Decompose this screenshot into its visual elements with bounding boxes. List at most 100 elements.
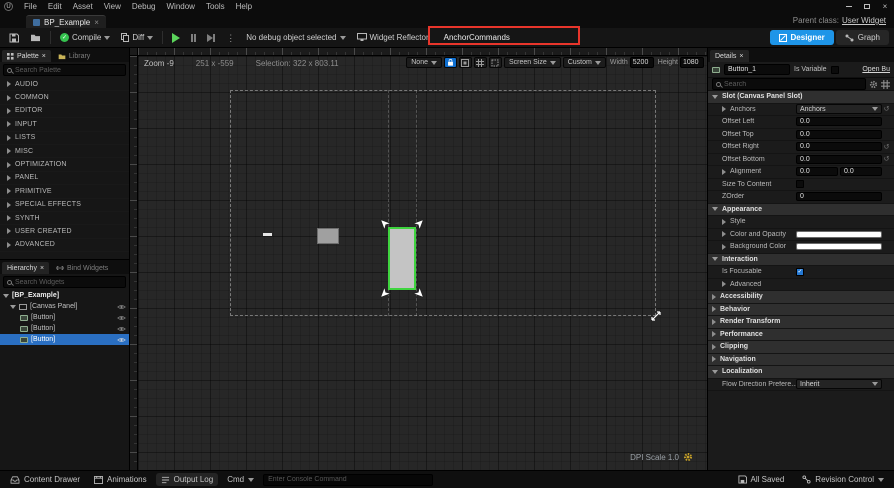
widget-button-medium[interactable]	[317, 228, 339, 244]
section-appearance[interactable]: Appearance	[708, 203, 894, 216]
expand-icon[interactable]	[7, 215, 11, 222]
palette-category-primitive[interactable]: PRIMITIVE	[0, 185, 129, 198]
background-color-swatch[interactable]	[796, 243, 882, 251]
tab-hierarchy[interactable]: Hierarchy ×	[2, 262, 50, 274]
browse-content-button[interactable]	[26, 31, 45, 44]
console-command-input[interactable]	[263, 473, 434, 486]
palette-tab-close-icon[interactable]: ×	[42, 53, 46, 60]
hierarchy-search-input[interactable]	[15, 278, 122, 286]
palette-search[interactable]	[3, 64, 126, 76]
row-advanced[interactable]: Advanced	[708, 279, 894, 291]
pause-button[interactable]	[187, 32, 200, 44]
palette-category-special-effects[interactable]: SPECIAL EFFECTS	[0, 199, 129, 212]
tree-item-button-2-selected[interactable]: [Button]	[0, 334, 129, 345]
menu-help[interactable]: Help	[231, 1, 257, 12]
palette-search-input[interactable]	[15, 66, 122, 74]
graph-mode-button[interactable]: Graph	[835, 30, 889, 45]
expand-icon[interactable]	[7, 134, 11, 141]
expand-icon[interactable]	[722, 281, 726, 288]
diff-dropdown-icon[interactable]	[147, 35, 154, 40]
expand-icon[interactable]	[7, 241, 11, 248]
reset-property-icon[interactable]: ↺	[882, 105, 891, 113]
height-field[interactable]	[680, 57, 704, 68]
color-opacity-swatch[interactable]	[796, 230, 882, 238]
palette-category-misc[interactable]: MISC	[0, 145, 129, 158]
restore-button[interactable]	[858, 0, 876, 13]
all-saved-button[interactable]: All Saved	[733, 473, 790, 486]
tree-item-button-1[interactable]: [Button]	[0, 323, 129, 334]
width-field[interactable]	[629, 57, 654, 68]
save-button[interactable]	[5, 31, 23, 45]
section-clipping[interactable]: Clipping	[708, 341, 894, 354]
expand-icon[interactable]	[722, 168, 726, 175]
visibility-eye-icon[interactable]	[117, 326, 126, 332]
menu-file[interactable]: File	[19, 1, 42, 12]
outline-toggle-button[interactable]	[488, 57, 502, 68]
tab-bp-example[interactable]: BP_Example ×	[26, 15, 106, 28]
expand-icon[interactable]	[7, 201, 11, 208]
play-options-button[interactable]: ⋮	[222, 32, 239, 44]
expand-icon[interactable]	[722, 243, 726, 250]
offset-right-field[interactable]	[796, 142, 882, 152]
palette-category-panel[interactable]: PANEL	[0, 172, 129, 185]
expand-icon[interactable]	[7, 107, 11, 114]
section-interaction[interactable]: Interaction	[708, 253, 894, 266]
expand-icon[interactable]	[7, 94, 11, 101]
hierarchy-tab-close-icon[interactable]: ×	[40, 265, 44, 272]
settings-gear-icon[interactable]	[869, 80, 878, 89]
palette-category-optimization[interactable]: OPTIMIZATION	[0, 158, 129, 171]
expand-icon[interactable]	[7, 81, 11, 88]
compile-button[interactable]: ✓ Compile	[56, 31, 114, 44]
resize-cursor-icon[interactable]	[650, 310, 662, 322]
tree-item-button-0[interactable]: [Button]	[0, 312, 129, 323]
tree-root-bp-example[interactable]: [BP_Example]	[0, 290, 129, 301]
palette-category-user-created[interactable]: USER CREATED	[0, 225, 129, 238]
animations-button[interactable]: Animations	[89, 473, 152, 486]
safe-zone-button[interactable]	[458, 57, 472, 68]
parent-class-link[interactable]: User Widget	[842, 16, 886, 25]
reset-property-icon[interactable]: ↺	[882, 155, 891, 163]
palette-category-input[interactable]: INPUT	[0, 118, 129, 131]
hierarchy-search[interactable]	[3, 276, 126, 288]
fill-rule-dropdown[interactable]: None	[406, 57, 442, 68]
resolution-scale-button[interactable]	[473, 57, 487, 68]
designer-mode-button[interactable]: Designer	[769, 30, 834, 45]
view-options-icon[interactable]	[881, 79, 890, 89]
section-render-transform[interactable]: Render Transform	[708, 316, 894, 329]
section-slot[interactable]: Slot (Canvas Panel Slot)	[708, 91, 894, 104]
screen-size-dropdown[interactable]: Screen Size	[503, 57, 561, 68]
frame-skip-button[interactable]	[203, 32, 219, 44]
compile-dropdown-icon[interactable]	[104, 35, 111, 40]
expand-icon[interactable]	[7, 188, 11, 195]
tab-close-icon[interactable]: ×	[94, 18, 99, 27]
expand-icon[interactable]	[722, 106, 726, 113]
play-button[interactable]	[168, 31, 184, 45]
details-search[interactable]	[712, 78, 866, 90]
is-variable-checkbox[interactable]	[830, 65, 839, 74]
widget-reflector-button[interactable]: Widget Reflector	[353, 31, 433, 44]
palette-category-lists[interactable]: LISTS	[0, 132, 129, 145]
palette-category-common[interactable]: COMMON	[0, 91, 129, 104]
content-drawer-button[interactable]: Content Drawer	[5, 473, 85, 486]
palette-category-synth[interactable]: SYNTH	[0, 212, 129, 225]
tab-library[interactable]: Library	[53, 50, 95, 62]
close-button[interactable]: ×	[876, 0, 894, 13]
size-to-content-checkbox[interactable]	[796, 180, 804, 189]
offset-top-field[interactable]	[796, 129, 882, 139]
details-tab-close-icon[interactable]: ×	[739, 53, 743, 60]
designer-viewport[interactable]: Zoom -9 251 x -559 Selection: 322 x 803.…	[130, 48, 707, 470]
anchors-dropdown[interactable]: Anchors	[796, 104, 882, 115]
diff-button[interactable]: Diff	[117, 31, 157, 44]
expand-icon[interactable]	[7, 161, 11, 168]
palette-category-editor[interactable]: EDITOR	[0, 105, 129, 118]
visibility-eye-icon[interactable]	[117, 315, 126, 321]
expand-icon[interactable]	[722, 218, 726, 225]
visibility-eye-icon[interactable]	[117, 304, 126, 310]
section-accessibility[interactable]: Accessibility	[708, 291, 894, 304]
tab-bind-widgets[interactable]: Bind Widgets	[51, 262, 113, 274]
size-preset-dropdown[interactable]: Custom	[562, 57, 606, 68]
collapse-icon[interactable]	[3, 293, 9, 298]
section-localization[interactable]: Localization	[708, 366, 894, 379]
flow-direction-dropdown[interactable]: Inherit	[796, 379, 882, 390]
menu-edit[interactable]: Edit	[43, 1, 67, 12]
